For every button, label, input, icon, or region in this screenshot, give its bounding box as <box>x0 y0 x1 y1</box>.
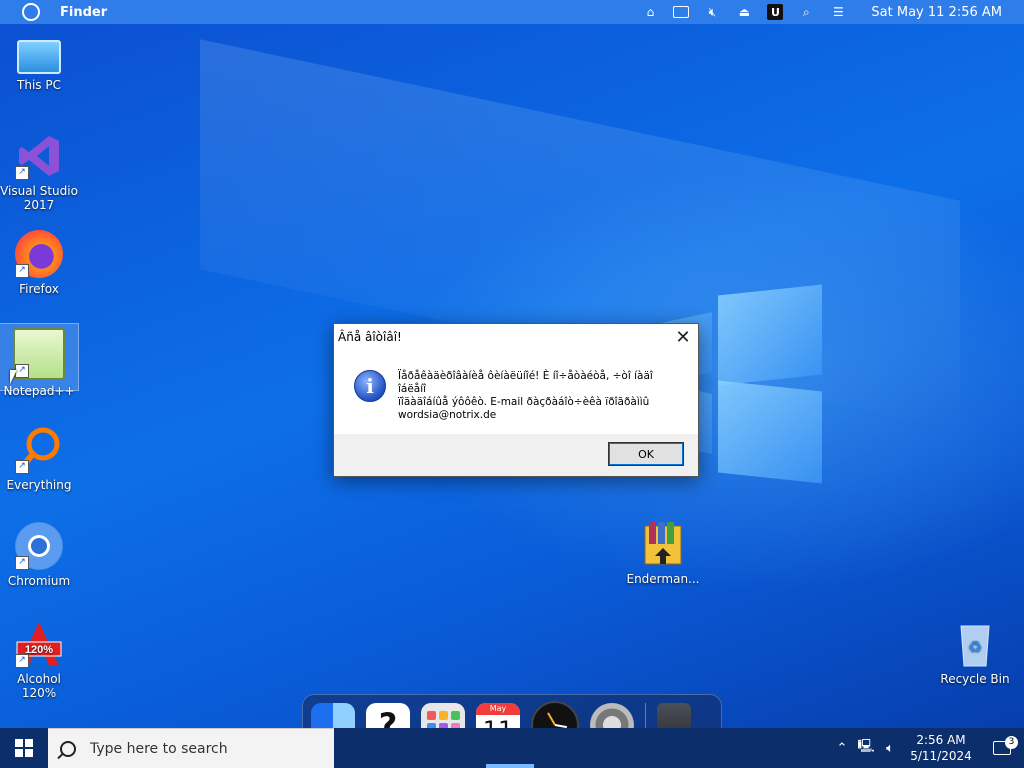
desktop-icon-this-pc[interactable]: This PC <box>0 34 78 92</box>
drive-icon[interactable]: ⌂ <box>641 5 659 19</box>
taskbar-date: 5/11/2024 <box>910 749 972 763</box>
system-tray: ⌃ 🖳︎ 🔈︎ 2:56 AM 5/11/2024 3 <box>830 728 1024 768</box>
dialog-message-email: wordsia@notrix.de <box>398 409 497 421</box>
taskbar-clock[interactable]: 2:56 AM 5/11/2024 <box>902 732 980 764</box>
dialog-footer: OK <box>334 434 698 476</box>
chromium-icon: ↗ <box>15 522 63 570</box>
taskbar-search-box[interactable]: Type here to search <box>48 728 334 768</box>
desktop-icon-chromium[interactable]: ↗ Chromium <box>0 522 78 588</box>
dialog-message-line: Ïåðåêàäèðîâàíèå ôèíàëüíîé! È íî÷åòàéòå, … <box>398 370 653 395</box>
info-icon: i <box>354 370 386 402</box>
recycle-bin-icon: ♻ <box>951 620 999 668</box>
firefox-icon: ↗ <box>15 230 63 278</box>
apple-menu-icon[interactable] <box>22 3 40 21</box>
everything-search-icon: ↗ <box>15 426 63 474</box>
dialog-message: Ïåðåêàäèðîâàíèå ôèíàëüíîé! È íî÷åòàéòå, … <box>398 370 684 434</box>
winrar-archive-icon <box>639 520 687 568</box>
desktop-icon-label: Recycle Bin <box>940 672 1010 686</box>
desktop-icon-enderman[interactable]: Enderman... <box>624 520 702 586</box>
eject-icon[interactable]: ⏏ <box>735 5 753 19</box>
dialog-titlebar[interactable]: Âñå âîòîâî! ✕ <box>334 324 698 350</box>
mouse-cursor <box>10 370 17 384</box>
desktop-icon-label: This PC <box>17 78 61 92</box>
alcohol-icon: 120% ↗ <box>15 620 63 668</box>
desktop-icon-recycle-bin[interactable]: ♻ Recycle Bin <box>936 620 1014 686</box>
calendar-month: May <box>476 703 520 715</box>
desktop-icon-label: Firefox <box>19 282 59 296</box>
desktop-icon-label: Visual Studio 2017 <box>0 184 78 212</box>
desktop-icon-label: Notepad++ <box>3 384 75 398</box>
display-icon[interactable] <box>673 6 690 18</box>
desktop-icon-visual-studio[interactable]: ↗ Visual Studio 2017 <box>0 132 78 212</box>
search-icon <box>60 740 76 757</box>
chevron-up-icon[interactable]: ⌃ <box>830 741 854 756</box>
mute-icon[interactable]: 🔇︎ <box>703 5 721 19</box>
taskbar-active-indicator <box>486 764 534 768</box>
desktop-icon-label: Chromium <box>7 574 71 588</box>
computer-icon <box>17 40 61 74</box>
search-placeholder: Type here to search <box>90 740 228 757</box>
dialog-title: Âñå âîòîâî! <box>338 330 402 344</box>
desktop-icon-label: Everything <box>6 478 72 492</box>
desktop-icon-alcohol[interactable]: 120% ↗ Alcohol 120% <box>0 620 78 700</box>
dialog-message-line: ïîäàäîáíûå ýôôêò. E-mail ðàçðàáîò÷èêà ïð… <box>398 396 650 408</box>
desktop-icon-label: Alcohol 120% <box>17 672 61 700</box>
desktop-icon-firefox[interactable]: ↗ Firefox <box>0 230 78 296</box>
visual-studio-icon: ↗ <box>15 132 63 180</box>
menubar-clock[interactable]: Sat May 11 2:56 AM <box>871 5 1002 20</box>
ok-button[interactable]: OK <box>608 442 684 466</box>
message-dialog: Âñå âîòîâî! ✕ i Ïåðåêàäèðîâàíèå ôèíàëüíî… <box>333 323 699 477</box>
taskbar-time: 2:56 AM <box>916 733 966 747</box>
alcohol-badge-text: 120% <box>25 644 53 656</box>
control-center-icon[interactable]: ☰ <box>829 5 847 19</box>
taskbar: Type here to search ⌃ 🖳︎ 🔈︎ 2:56 AM 5/11… <box>0 728 1024 768</box>
spotlight-search-icon[interactable]: ⌕ <box>797 5 815 19</box>
notepadpp-icon: ↗ <box>13 328 65 380</box>
desktop-icon-everything[interactable]: ↗ Everything <box>0 426 78 492</box>
user-switch-icon[interactable]: U <box>767 4 784 20</box>
top-menu-bar: Finder ⌂ 🔇︎ ⏏ U ⌕ ☰ Sat May 11 2:56 AM <box>0 0 1024 24</box>
close-icon[interactable]: ✕ <box>668 324 698 350</box>
notification-count: 3 <box>1005 736 1018 749</box>
network-icon[interactable]: 🖳︎ <box>854 737 878 759</box>
desktop-icon-label: Enderman... <box>626 572 700 586</box>
notification-center-icon[interactable]: 3 <box>980 736 1024 755</box>
volume-muted-icon[interactable]: 🔈︎ <box>878 741 902 756</box>
active-app-name[interactable]: Finder <box>60 5 107 20</box>
svg-text:♻: ♻ <box>968 637 982 656</box>
windows-logo-icon <box>15 739 33 757</box>
start-button[interactable] <box>0 728 48 768</box>
